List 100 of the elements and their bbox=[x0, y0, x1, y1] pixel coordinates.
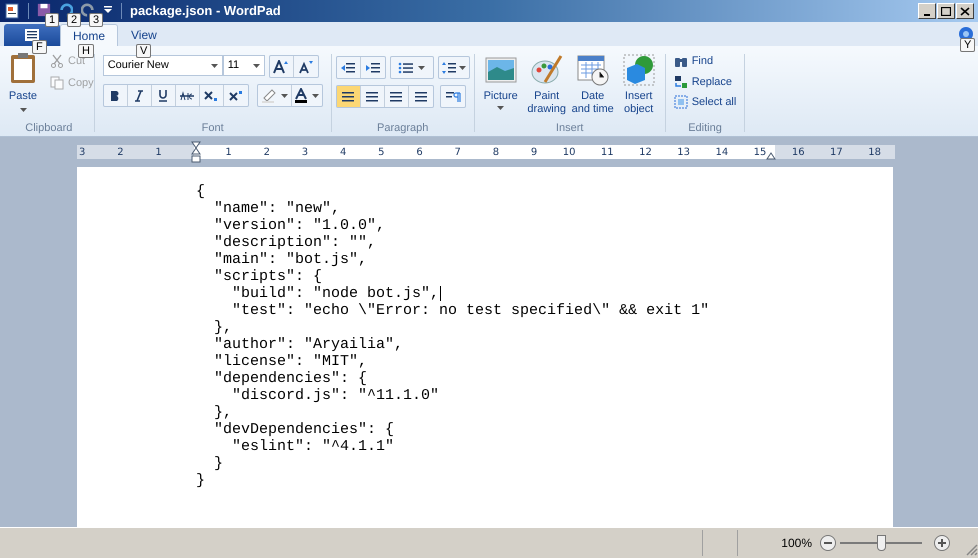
zoom-out-button[interactable] bbox=[820, 535, 836, 551]
close-icon bbox=[960, 6, 970, 16]
minus-icon bbox=[824, 539, 832, 547]
select-all-icon bbox=[674, 95, 688, 110]
outdent-icon bbox=[340, 62, 356, 74]
code-line: { bbox=[196, 183, 206, 200]
caret-icon bbox=[252, 64, 260, 68]
replace-icon bbox=[674, 74, 688, 89]
insert-button[interactable]: Paint drawing bbox=[524, 50, 569, 120]
ruler-number: 4 bbox=[340, 146, 346, 160]
font-color-icon bbox=[294, 88, 308, 103]
ruler-number: 10 bbox=[562, 146, 576, 160]
indent-icon bbox=[364, 62, 381, 74]
redo-icon[interactable] bbox=[81, 3, 95, 17]
ruler-number: 16 bbox=[792, 146, 805, 160]
code-line: "test": "echo \"Error: no test specified\" && exit 1" bbox=[231, 302, 710, 319]
code-line: "description": "", bbox=[213, 234, 376, 251]
underline-icon bbox=[157, 89, 170, 102]
keytip-tooltip: 2 bbox=[67, 13, 82, 27]
align-center-icon bbox=[365, 90, 380, 102]
save-icon[interactable] bbox=[37, 3, 51, 17]
replace-button[interactable]: Replace bbox=[674, 74, 736, 90]
justify-icon bbox=[414, 90, 428, 102]
minimize-button[interactable] bbox=[918, 3, 936, 19]
paragraph-icon bbox=[444, 90, 461, 102]
strikethrough-icon bbox=[179, 90, 196, 100]
ruler-number: 13 bbox=[677, 146, 690, 160]
caret-icon bbox=[280, 94, 288, 98]
zoom-slider[interactable] bbox=[840, 535, 922, 551]
window-title: package.json - WordPad bbox=[130, 2, 281, 20]
ruler-number: 5 bbox=[378, 146, 384, 160]
zoom-in-button[interactable] bbox=[934, 535, 950, 551]
clipboard-icon bbox=[8, 52, 38, 84]
code-line: "scripts": { bbox=[213, 268, 322, 285]
line-spacing-icon bbox=[441, 60, 458, 74]
app-icon[interactable] bbox=[4, 3, 20, 19]
ruler-number: 18 bbox=[868, 146, 881, 160]
code-line: "author": "Aryailia", bbox=[213, 336, 404, 353]
ruler-number: 6 bbox=[416, 146, 423, 160]
group-label: Paragraph bbox=[376, 121, 430, 136]
align-left-button[interactable] bbox=[336, 86, 361, 107]
keytip-tooltip: 1 bbox=[45, 13, 60, 27]
keytip-tooltip: F bbox=[32, 40, 47, 54]
code-line: "discord.js": "^11.1.0" bbox=[231, 387, 440, 404]
group-label: Insert bbox=[554, 121, 584, 136]
indent-marker-icon[interactable] bbox=[191, 141, 201, 163]
close-button[interactable] bbox=[956, 3, 974, 19]
ribbon-tab[interactable]: Home bbox=[60, 24, 118, 46]
zoom-thumb[interactable] bbox=[877, 535, 886, 551]
dropdown-icon[interactable] bbox=[103, 5, 113, 15]
keytip-tooltip: 3 bbox=[89, 13, 104, 27]
group-label: Clipboard bbox=[24, 121, 74, 136]
group-label: Font bbox=[200, 121, 225, 136]
caret-icon bbox=[210, 64, 218, 68]
font-name-dropdown[interactable]: Courier New bbox=[102, 55, 223, 76]
ruler-number: 17 bbox=[830, 146, 843, 160]
font-size-dropdown[interactable]: 11 bbox=[222, 55, 265, 76]
palette-icon bbox=[530, 54, 563, 86]
superscript-icon bbox=[228, 90, 243, 102]
caret-icon bbox=[312, 94, 320, 98]
maximize-button[interactable] bbox=[937, 3, 955, 19]
right-indent-marker-icon[interactable] bbox=[766, 152, 776, 160]
align-left-icon bbox=[341, 90, 356, 102]
plus-icon bbox=[938, 539, 946, 547]
caret-icon bbox=[459, 66, 466, 70]
code-line: "build": "node bot.js", bbox=[231, 285, 440, 302]
caret-icon bbox=[497, 106, 504, 110]
scissors-icon bbox=[50, 54, 64, 68]
resize-grip-icon[interactable] bbox=[964, 542, 978, 556]
copy-icon bbox=[50, 76, 64, 90]
insert-button[interactable]: Date and time bbox=[570, 50, 615, 120]
ruler-number: 3 bbox=[302, 146, 308, 160]
grow-font-icon bbox=[273, 60, 290, 74]
insert-button[interactable]: Picture bbox=[478, 50, 523, 120]
ruler-number: 11 bbox=[600, 146, 614, 160]
code-line: "name": "new", bbox=[213, 200, 340, 217]
bullets-button[interactable] bbox=[390, 56, 434, 79]
code-line: "version": "1.0.0", bbox=[213, 217, 386, 234]
keytip-tooltip: V bbox=[136, 44, 152, 58]
line-spacing-button[interactable] bbox=[438, 56, 470, 79]
code-line: }, bbox=[213, 404, 232, 421]
bullet-list-icon bbox=[398, 62, 414, 74]
minimize-icon bbox=[924, 14, 930, 16]
ribbon-tab[interactable]: View bbox=[118, 24, 170, 46]
ruler-number: 8 bbox=[492, 146, 500, 160]
ruler-number: 9 bbox=[530, 146, 538, 160]
code-line: "license": "MIT", bbox=[213, 353, 368, 370]
maximize-icon bbox=[941, 6, 951, 16]
code-line: "devDependencies": { bbox=[213, 421, 394, 438]
code-line: }, bbox=[213, 319, 232, 336]
ruler-number: 12 bbox=[639, 146, 652, 160]
select-all-button[interactable]: Select all bbox=[674, 94, 736, 110]
code-line: } bbox=[213, 455, 224, 472]
insert-button[interactable]: Insert object bbox=[616, 50, 661, 120]
caret-icon bbox=[20, 108, 26, 112]
caret-icon bbox=[418, 66, 426, 70]
code-line: "dependencies": { bbox=[213, 370, 368, 387]
bold-icon bbox=[109, 90, 122, 102]
find-button[interactable]: Find bbox=[674, 53, 736, 70]
calendar-clock-icon bbox=[576, 54, 609, 86]
